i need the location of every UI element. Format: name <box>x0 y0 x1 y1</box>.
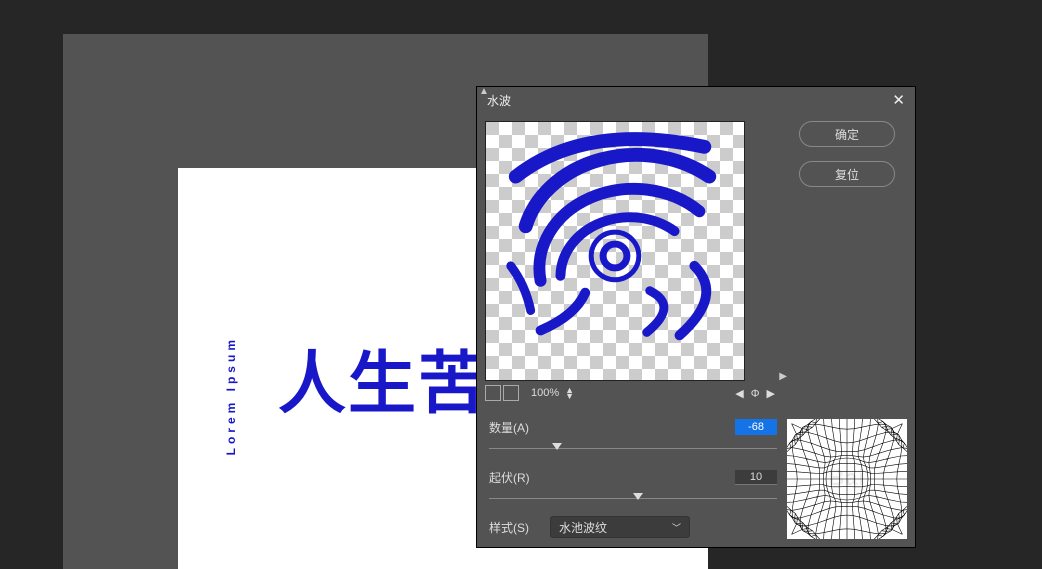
effect-preview[interactable] <box>485 121 745 381</box>
zoom-stepper-icon[interactable]: ▲▼ <box>565 387 574 399</box>
reset-button[interactable]: 复位 <box>799 161 895 187</box>
dialog-titlebar: 水波 ✕ <box>477 87 915 113</box>
chevron-down-icon: ﹀ <box>672 521 681 534</box>
ridges-input[interactable] <box>735 470 777 485</box>
watermark: Bai <box>787 465 907 491</box>
style-select[interactable]: 水池波纹 ﹀ <box>550 516 690 538</box>
close-icon[interactable]: ✕ <box>892 91 905 109</box>
main-heading: 人生苦 <box>278 328 488 427</box>
zigzag-dialog: 水波 ✕ ▲ <box>476 86 916 548</box>
zoom-out-icon[interactable] <box>485 385 501 401</box>
style-label: 样式(S) <box>489 519 544 536</box>
wireframe-preview: Bai <box>787 419 907 539</box>
side-caption: Lorem Ipsum <box>224 336 238 455</box>
preview-top-triangle: ▲ <box>479 86 489 97</box>
preview-side-triangle: ▶ <box>779 371 787 382</box>
ridges-slider[interactable] <box>489 491 777 507</box>
preview-zoom-bar: 100% ▲▼ ◀ Φ ▶ <box>485 383 777 403</box>
zoom-level: 100% <box>531 387 559 399</box>
amount-input[interactable] <box>735 419 777 435</box>
ok-button[interactable]: 确定 <box>799 121 895 147</box>
style-value: 水池波纹 <box>559 519 607 536</box>
amount-label: 数量(A) <box>489 419 569 436</box>
amount-slider[interactable] <box>489 441 777 457</box>
ridges-label: 起伏(R) <box>489 469 569 486</box>
dialog-title-text: 水波 <box>487 92 511 109</box>
preview-nav[interactable]: ◀ Φ ▶ <box>735 387 777 400</box>
zoom-in-icon[interactable] <box>503 385 519 401</box>
